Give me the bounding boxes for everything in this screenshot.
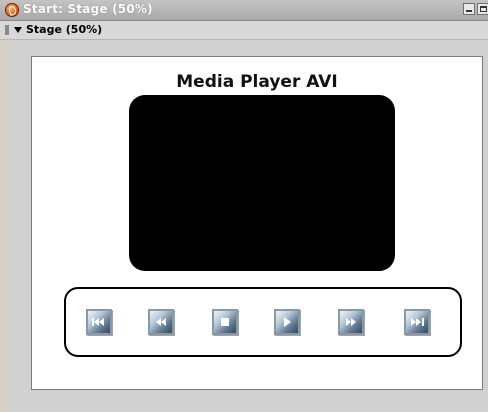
collapse-arrow-icon[interactable] [14,27,22,33]
maximize-button[interactable] [477,3,488,15]
fast-forward-button[interactable] [338,309,364,335]
playback-controls [64,287,462,357]
drag-grip-icon[interactable] [5,25,9,35]
window-title: Start: Stage (50%) [23,2,153,16]
panel-title: Stage (50%) [26,23,103,36]
rewind-icon [156,318,166,326]
skip-back-icon [92,318,104,326]
skip-forward-icon [411,318,424,326]
stage-panel-header: Stage (50%) [0,21,488,40]
window-titlebar: Start: Stage (50%) [0,0,488,21]
skip-forward-button[interactable] [404,309,430,335]
stage-canvas: Media Player AVI [31,56,483,390]
rewind-button[interactable] [148,309,174,335]
player-title: Media Player AVI [176,72,338,92]
play-button[interactable] [274,309,300,335]
video-screen[interactable] [129,95,395,271]
stop-icon [221,318,229,326]
stop-button[interactable] [212,309,238,335]
minimize-button[interactable] [463,3,475,15]
app-logo-icon[interactable] [5,3,19,17]
skip-back-button[interactable] [86,309,112,335]
fast-forward-icon [346,318,356,326]
play-icon [284,317,291,327]
